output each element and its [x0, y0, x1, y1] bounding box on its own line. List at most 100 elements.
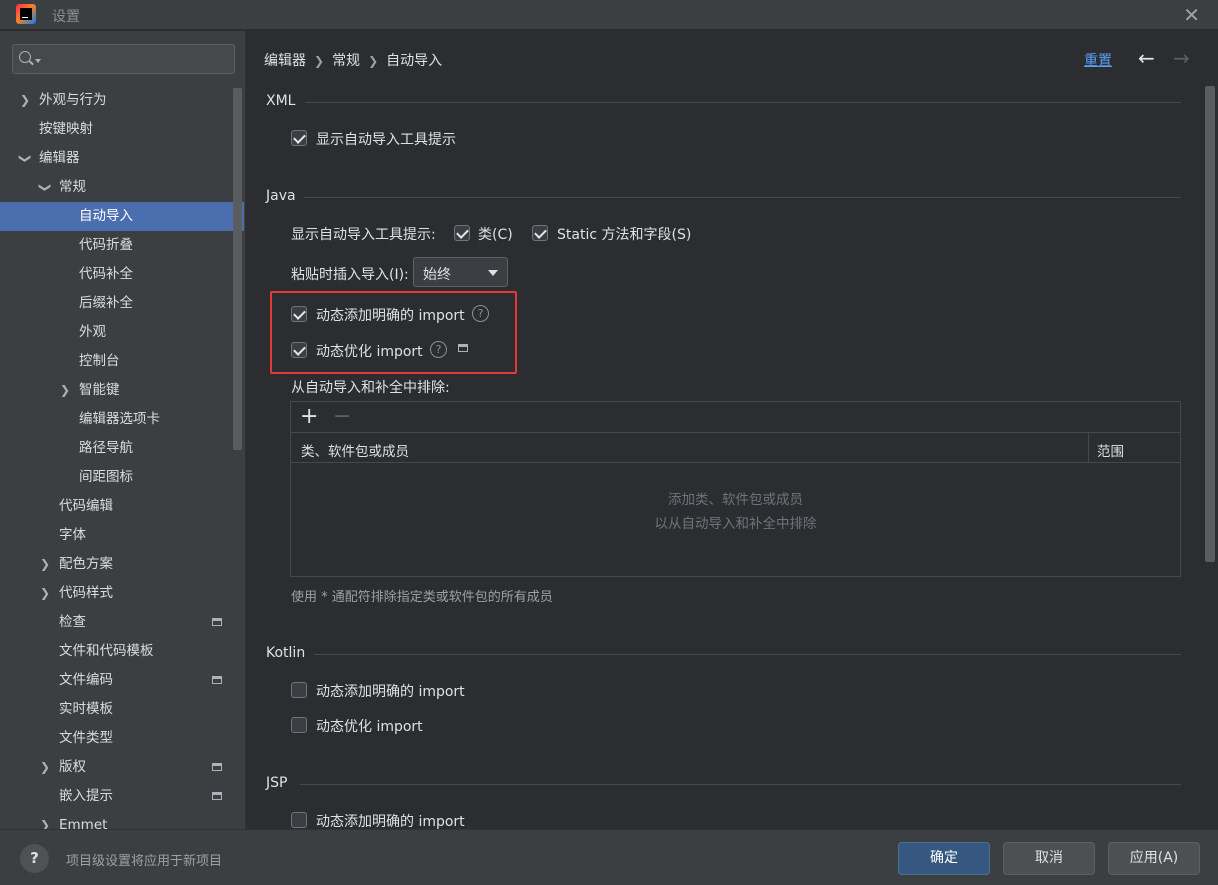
chevron-down-icon[interactable] [35, 59, 41, 63]
sidebar-item-label: 检查 [59, 614, 86, 630]
exclude-table: + − 类、软件包或成员 范围 添加类、软件包或成员 以从自动导入和补全中排除 [290, 401, 1181, 577]
java-static-checkbox[interactable] [532, 225, 548, 241]
section-title-xml: XML [266, 93, 296, 109]
chevron-down-icon[interactable]: ❯ [11, 153, 40, 165]
chevron-right-icon[interactable]: ❯ [39, 811, 51, 829]
chevron-right-icon[interactable]: ❯ [39, 579, 51, 608]
help-icon[interactable]: ? [472, 305, 489, 322]
java-classes-checkbox[interactable] [454, 225, 470, 241]
sidebar-item-auto-import[interactable]: 自动导入 [0, 202, 244, 231]
sidebar-item-code-style[interactable]: ❯ 代码样式 [0, 579, 244, 608]
sidebar-scrollbar-thumb[interactable] [233, 88, 242, 450]
apply-button[interactable]: 应用(A) [1108, 842, 1200, 875]
empty-state-text: 添加类、软件包或成员 [668, 492, 803, 508]
section-divider [300, 784, 1181, 785]
search-icon [19, 51, 31, 63]
content-scrollbar-thumb[interactable] [1205, 86, 1215, 562]
sidebar-item-code-editing[interactable]: 代码编辑 [0, 492, 244, 521]
column-header-member[interactable]: 类、软件包或成员 [301, 440, 409, 460]
xml-show-popup-checkbox[interactable] [291, 130, 307, 146]
java-optimize-label: 动态优化 import [316, 344, 423, 360]
java-optimize-checkbox[interactable] [291, 342, 307, 358]
intellij-logo-icon [16, 4, 36, 24]
sidebar-item-inspections[interactable]: 检查 [0, 608, 244, 637]
sidebar-item-console[interactable]: 控制台 [0, 347, 244, 376]
sidebar-item-code-folding[interactable]: 代码折叠 [0, 231, 244, 260]
sidebar-item-editor-tabs[interactable]: 编辑器选项卡 [0, 405, 244, 434]
sidebar-item-editor[interactable]: ❯ 编辑器 [0, 144, 244, 173]
sidebar-item-color-scheme[interactable]: ❯ 配色方案 [0, 550, 244, 579]
breadcrumb-item: 常规 [332, 53, 361, 69]
sidebar-item-label: Emmet [59, 817, 108, 829]
sidebar-item-file-types[interactable]: 文件类型 [0, 724, 244, 753]
ok-button[interactable]: 确定 [898, 842, 990, 875]
sidebar-item-appearance-behavior[interactable]: ❯ 外观与行为 [0, 86, 244, 115]
sidebar-item-appearance[interactable]: 外观 [0, 318, 244, 347]
exclude-label: 从自动导入和补全中排除: [291, 380, 450, 396]
sidebar-item-emmet[interactable]: ❯ Emmet [0, 811, 244, 829]
chevron-right-icon[interactable]: ❯ [19, 86, 31, 115]
sidebar-item-label: 编辑器选项卡 [79, 411, 160, 427]
sidebar-item-code-completion[interactable]: 代码补全 [0, 260, 244, 289]
kotlin-optimize-checkbox[interactable] [291, 717, 307, 733]
sidebar-item-label: 控制台 [79, 353, 120, 369]
sidebar-item-inlay-hints[interactable]: 嵌入提示 [0, 782, 244, 811]
sidebar-item-postfix-completion[interactable]: 后缀补全 [0, 289, 244, 318]
chevron-right-icon: ❯ [314, 54, 325, 68]
help-icon[interactable]: ? [430, 341, 447, 358]
paste-insert-dropdown[interactable]: 始终 [413, 257, 508, 287]
section-divider [305, 102, 1181, 103]
column-header-scope[interactable]: 范围 [1097, 440, 1124, 460]
arrow-right-icon[interactable]: → [1173, 46, 1190, 70]
sidebar-item-label: 文件和代码模板 [59, 643, 154, 659]
sidebar-item-label: 字体 [59, 527, 86, 543]
search-input[interactable] [45, 49, 230, 69]
chevron-right-icon[interactable]: ❯ [39, 753, 51, 782]
breadcrumb-item: 编辑器 [264, 53, 306, 69]
sidebar-item-live-templates[interactable]: 实时模板 [0, 695, 244, 724]
sidebar-item-breadcrumbs[interactable]: 路径导航 [0, 434, 244, 463]
sidebar-item-label: 配色方案 [59, 556, 113, 572]
project-level-icon [212, 792, 222, 800]
reset-link[interactable]: 重置 [1084, 50, 1112, 70]
settings-search[interactable] [12, 44, 235, 74]
help-icon[interactable]: ? [20, 844, 49, 873]
section-divider [304, 197, 1181, 198]
chevron-right-icon[interactable]: ❯ [39, 550, 51, 579]
add-icon[interactable]: + [300, 404, 318, 429]
chevron-down-icon[interactable]: ❯ [31, 182, 60, 194]
xml-show-popup-label: 显示自动导入工具提示 [316, 132, 456, 148]
exclude-toolbar: + − [291, 402, 1180, 433]
sidebar-item-font[interactable]: 字体 [0, 521, 244, 550]
sidebar-item-smart-keys[interactable]: ❯ 智能键 [0, 376, 244, 405]
sidebar-item-copyright[interactable]: ❯ 版权 [0, 753, 244, 782]
sidebar-item-file-encodings[interactable]: 文件编码 [0, 666, 244, 695]
column-divider[interactable] [1088, 433, 1089, 463]
kotlin-add-unambiguous-label: 动态添加明确的 import [316, 684, 465, 700]
kotlin-add-unambiguous-checkbox[interactable] [291, 682, 307, 698]
section-divider [314, 654, 1181, 655]
empty-state-text: 以从自动导入和补全中排除 [654, 516, 817, 532]
dropdown-value: 始终 [423, 267, 451, 283]
sidebar-item-file-templates[interactable]: 文件和代码模板 [0, 637, 244, 666]
settings-content: 编辑器 ❯ 常规 ❯ 自动导入 重置 ← → XML 显示自动导入工具提示 Java 显… [247, 31, 1218, 829]
project-level-icon [212, 676, 222, 684]
chevron-right-icon[interactable]: ❯ [59, 376, 71, 405]
jsp-add-unambiguous-checkbox[interactable] [291, 812, 307, 828]
cancel-button[interactable]: 取消 [1003, 842, 1095, 875]
sidebar-item-gutter-icons[interactable]: 间距图标 [0, 463, 244, 492]
sidebar-item-keymap[interactable]: 按键映射 [0, 115, 244, 144]
java-add-unambiguous-checkbox[interactable] [291, 306, 307, 322]
close-icon[interactable]: ✕ [1183, 3, 1200, 27]
remove-icon[interactable]: − [333, 404, 351, 429]
title-bar: 设置 ✕ [0, 0, 1218, 30]
arrow-left-icon[interactable]: ← [1138, 46, 1155, 70]
sidebar-item-general[interactable]: ❯ 常规 [0, 173, 244, 202]
kotlin-optimize-label: 动态优化 import [316, 719, 423, 735]
sidebar-item-label: 代码编辑 [59, 498, 113, 514]
window-title: 设置 [52, 9, 80, 25]
wildcard-hint: 使用 * 通配符排除指定类或软件包的所有成员 [291, 590, 553, 605]
sidebar-item-label: 代码补全 [79, 266, 133, 282]
java-static-label: Static 方法和字段(S) [557, 227, 692, 243]
sidebar-item-label: 实时模板 [59, 701, 113, 717]
